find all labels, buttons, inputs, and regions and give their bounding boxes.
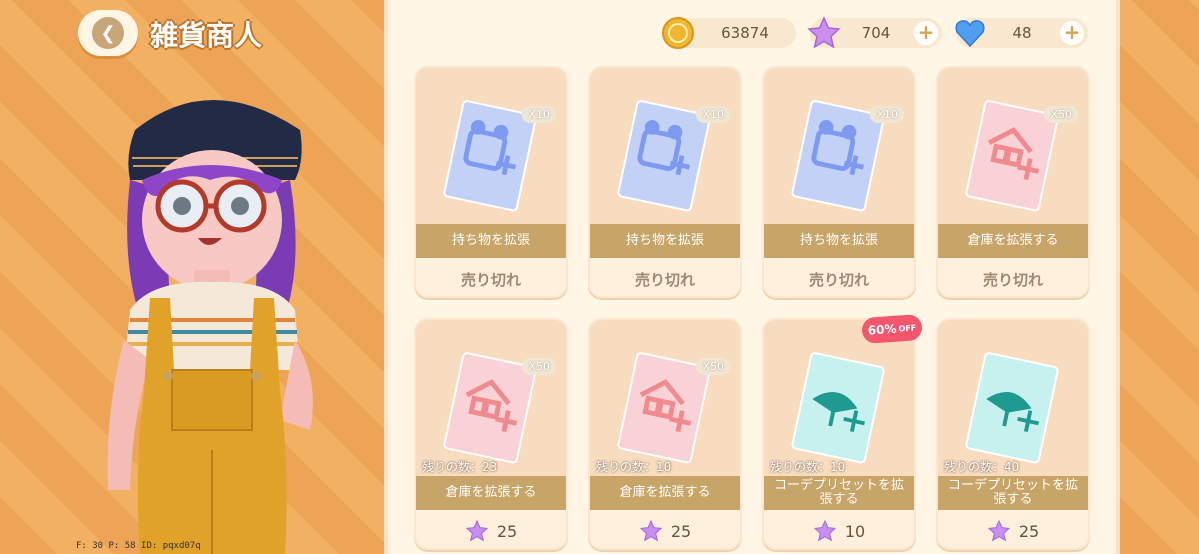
item-quantity: X50 — [522, 358, 556, 375]
buy-button[interactable]: 25 — [938, 510, 1088, 548]
item-price: 25 — [1018, 521, 1040, 541]
bag-plus-icon — [617, 100, 711, 212]
sale-suffix: OFF — [898, 322, 917, 334]
sold-out-label: 売り切れ — [416, 258, 566, 296]
item-quantity: X10 — [522, 106, 556, 123]
heart-gem-icon — [955, 20, 985, 48]
buy-button[interactable]: 25 — [590, 510, 740, 548]
sold-out-label: 売り切れ — [938, 258, 1088, 296]
character-scene: ❮ 雑貨商人 F: 30 P: 58 ID: pqxd07q — [0, 0, 384, 554]
gem-counter: 48 + — [955, 18, 1088, 48]
outfit-preset-plus-icon — [791, 352, 885, 464]
merchant-character — [107, 100, 313, 554]
shop-item-card[interactable]: X50 残りの数：23 倉庫を拡張する 25 — [414, 318, 568, 550]
item-name: 倉庫を拡張する — [938, 224, 1088, 258]
add-stars-button[interactable]: + — [914, 21, 938, 45]
item-price: 10 — [844, 521, 866, 541]
coin-counter: 63874 — [662, 17, 796, 49]
shop-item-card[interactable]: X10 持ち物を拡張 売り切れ — [414, 66, 568, 298]
remaining-count: 残りの数：10 — [596, 460, 672, 474]
star-icon — [813, 519, 836, 542]
buy-button[interactable]: 10 — [764, 510, 914, 548]
item-price: 25 — [670, 521, 692, 541]
item-name: 持ち物を拡張 — [590, 224, 740, 258]
shop-item-card[interactable]: 残りの数：40 コーデプリセットを拡張する 25 — [936, 318, 1090, 550]
shop-item-card[interactable]: X10 持ち物を拡張 売り切れ — [588, 66, 742, 298]
item-name: コーデプリセットを拡張する — [764, 476, 914, 510]
sold-out-label: 売り切れ — [764, 258, 914, 296]
coin-value: 63874 — [721, 24, 769, 42]
star-icon — [807, 16, 841, 49]
item-name: 倉庫を拡張する — [416, 476, 566, 510]
outfit-preset-plus-icon — [965, 352, 1059, 464]
shop-item-card[interactable]: X50 倉庫を拡張する 売り切れ — [936, 66, 1090, 298]
chevron-left-icon: ❮ — [92, 17, 124, 49]
sale-percent: 60% — [867, 321, 897, 338]
warehouse-plus-icon — [443, 352, 537, 464]
item-name: 持ち物を拡張 — [764, 224, 914, 258]
star-counter: 704 + — [807, 16, 942, 49]
shop-item-card[interactable]: X10 持ち物を拡張 売り切れ — [762, 66, 916, 298]
item-name: 倉庫を拡張する — [590, 476, 740, 510]
remaining-count: 残りの数：40 — [944, 460, 1020, 474]
add-gems-button[interactable]: + — [1060, 21, 1084, 45]
shop-item-card[interactable]: 残りの数：10 コーデプリセットを拡張する 10 — [762, 318, 916, 550]
coin-icon — [662, 17, 694, 49]
shop-item-card[interactable]: X50 残りの数：10 倉庫を拡張する 25 — [588, 318, 742, 550]
page-title: 雑貨商人 — [150, 19, 263, 52]
item-quantity: X10 — [696, 106, 730, 123]
background-edge — [1120, 0, 1199, 554]
bag-plus-icon — [791, 100, 885, 212]
warehouse-plus-icon — [617, 352, 711, 464]
gem-value: 48 — [1012, 24, 1032, 42]
item-quantity: X50 — [1044, 106, 1078, 123]
star-icon — [987, 519, 1010, 542]
debug-info: F: 30 P: 58 ID: pqxd07q — [76, 541, 201, 551]
bag-plus-icon — [443, 100, 537, 212]
item-quantity: X50 — [696, 358, 730, 375]
sale-badge: 60% OFF — [861, 313, 923, 345]
buy-button[interactable]: 25 — [416, 510, 566, 548]
warehouse-plus-icon — [965, 100, 1059, 212]
sold-out-label: 売り切れ — [590, 258, 740, 296]
back-button[interactable]: ❮ — [78, 10, 138, 56]
item-quantity: X10 — [870, 106, 904, 123]
star-icon — [465, 519, 488, 542]
item-name: 持ち物を拡張 — [416, 224, 566, 258]
remaining-count: 残りの数：10 — [770, 460, 846, 474]
remaining-count: 残りの数：23 — [422, 460, 498, 474]
star-icon — [639, 519, 662, 542]
star-value: 704 — [861, 24, 891, 42]
item-name: コーデプリセットを拡張する — [938, 476, 1088, 510]
item-price: 25 — [496, 521, 518, 541]
